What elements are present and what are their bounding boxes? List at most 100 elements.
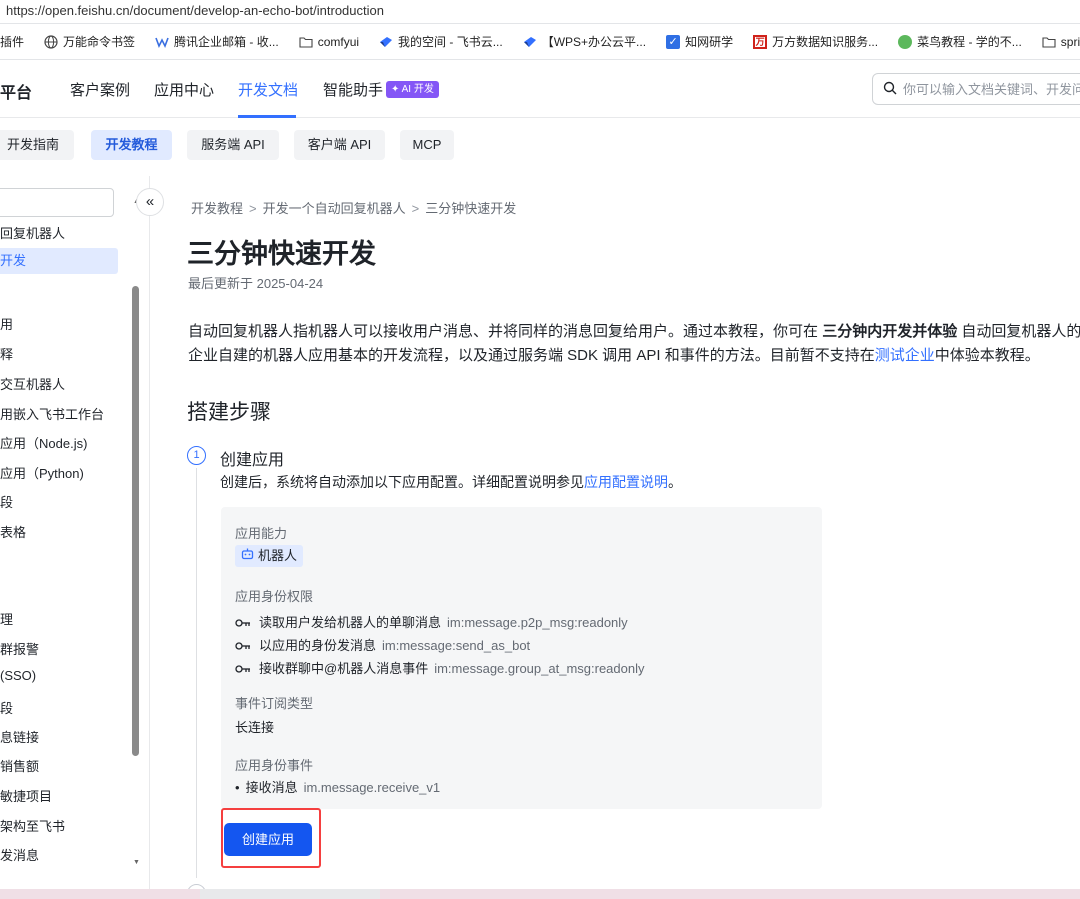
test-company-link[interactable]: 测试企业 [875, 347, 935, 364]
intro-bold: 三分钟内开发并体验 [822, 323, 958, 340]
breadcrumb: 开发教程 > 开发一个自动回复机器人 > 三分钟快速开发 [191, 198, 516, 217]
bookmark-label: 腾讯企业邮箱 - 收... [174, 35, 279, 49]
brand-logo[interactable]: 平台 [0, 79, 32, 103]
search-icon [883, 81, 897, 98]
sidebar-item[interactable]: 段 [0, 492, 13, 511]
folder-icon [299, 35, 313, 49]
address-bar[interactable]: https://open.feishu.cn/document/develop-… [0, 0, 1080, 24]
tab-mcp[interactable]: MCP [400, 130, 454, 160]
bookmark-label: 我的空间 - 飞书云... [398, 35, 503, 49]
bookmark-item[interactable]: 【WPS+办公云平... [523, 33, 646, 50]
tab-dev-tutorial[interactable]: 开发教程 [91, 130, 172, 160]
sidebar-item[interactable]: 用 [0, 314, 13, 333]
sidebar-item[interactable]: 表格 [0, 522, 26, 541]
breadcrumb-item[interactable]: 开发一个自动回复机器人 [263, 201, 406, 216]
nav-customer-cases[interactable]: 客户案例 [70, 79, 130, 100]
sidebar-item[interactable]: 用嵌入飞书工作台 [0, 404, 104, 423]
sidebar-item[interactable]: 群报警 [0, 639, 39, 658]
tab-dev-guide[interactable]: 开发指南 [0, 130, 74, 160]
bullet-icon: • [235, 780, 240, 795]
step-number: 1 [187, 446, 206, 465]
scroll-down-arrow-icon[interactable]: ▼ [133, 859, 140, 866]
permission-row: 接收群聊中@机器人消息事件 im:message.group_at_msg:rea… [235, 658, 644, 677]
section-heading: 搭建步骤 [187, 401, 271, 424]
events-label: 应用身份事件 [235, 758, 314, 773]
sidebar-item[interactable]: 交互机器人 [0, 374, 65, 393]
bookmark-item[interactable]: 我的空间 - 飞书云... [379, 33, 503, 50]
sidebar-item[interactable]: 架构至飞书 [0, 816, 65, 835]
tab-client-api[interactable]: 客户端 API [294, 130, 385, 160]
horizontal-scrollbar-thumb[interactable] [200, 889, 380, 899]
step-desc-text: 。 [668, 474, 682, 490]
nav-assistant[interactable]: 智能助手 [323, 79, 383, 100]
bookmark-label: 万能命令书签 [63, 35, 136, 49]
sidebar-item-active[interactable]: 开发 [0, 248, 118, 274]
sidebar-item[interactable]: 回复机器人 [0, 223, 65, 242]
sidebar-item[interactable]: 发消息 [0, 845, 39, 864]
double-chevron-left-icon: « [145, 193, 155, 210]
key-icon [235, 662, 253, 676]
create-app-button[interactable]: 创建应用 [224, 823, 312, 856]
event-type-value: 长连接 [235, 720, 275, 735]
bookmark-label: 【WPS+办公云平... [541, 35, 647, 49]
bookmark-item[interactable]: ✓ 知网研学 [666, 33, 733, 50]
search-input[interactable] [903, 81, 1080, 97]
permission-name: 接收群聊中@机器人消息事件 [259, 661, 429, 676]
globe-icon [44, 34, 58, 49]
app-config-panel: 应用能力 机器人 应用身份权限 读取用户发给机器人的单聊消息 im:message… [221, 507, 822, 809]
bookmark-item[interactable]: spring bo [1042, 35, 1080, 49]
bookmark-item[interactable]: 菜鸟教程 - 学的不... [898, 33, 1022, 50]
mail-icon [155, 35, 169, 49]
sidebar-item[interactable]: 销售额 [0, 756, 39, 775]
bookmark-item[interactable]: 插件 [0, 33, 24, 50]
doc-subtabs: 开发指南 开发教程 服务端 API 客户端 API MCP [0, 118, 1080, 176]
permission-name: 读取用户发给机器人的单聊消息 [259, 615, 442, 630]
sidebar-item[interactable]: 息链接 [0, 727, 39, 746]
sidebar-search-input[interactable] [0, 188, 114, 217]
sidebar-item[interactable]: 应用（Node.js) [0, 433, 87, 452]
scrollbar-thumb[interactable] [132, 286, 139, 756]
wanfang-icon: 万 [753, 34, 768, 49]
runoob-icon [898, 34, 913, 49]
event-code: im.message.receive_v1 [303, 780, 441, 795]
capability-tag: 机器人 [235, 545, 304, 567]
bookmark-item[interactable]: comfyui [299, 35, 359, 49]
step-title: 创建应用 [220, 452, 285, 469]
breadcrumb-item[interactable]: 开发教程 [191, 201, 243, 216]
bookmark-item[interactable]: 腾讯企业邮箱 - 收... [155, 33, 279, 50]
bookmark-item[interactable]: 万能命令书签 [44, 33, 135, 50]
permission-code: im:message:send_as_bot [382, 638, 531, 653]
search-box[interactable] [872, 73, 1080, 105]
sidebar-item[interactable]: (SSO) [0, 668, 36, 683]
permission-name: 以应用的身份发消息 [259, 638, 377, 653]
step-description: 创建后，系统将自动添加以下应用配置。详细配置说明参见应用配置说明。 [220, 472, 682, 492]
tab-server-api[interactable]: 服务端 API [187, 130, 279, 160]
sidebar-item[interactable]: 敏捷项目 [0, 786, 52, 805]
sidebar-item[interactable]: 应用（Python) [0, 463, 84, 482]
ai-badge: ✦ AI 开发 [386, 81, 439, 98]
breadcrumb-item: 三分钟快速开发 [425, 201, 517, 216]
intro-paragraph: 自动回复机器人指机器人可以接收用户消息、并将同样的消息回复给用户。通过本教程，你… [188, 320, 1080, 368]
top-nav: 平台 客户案例 应用中心 开发文档 智能助手 ✦ AI 开发 [0, 60, 1080, 118]
key-icon [235, 616, 253, 630]
event-type-label: 事件订阅类型 [235, 696, 314, 711]
sidebar-item[interactable]: 释 [0, 344, 13, 363]
capability-label: 应用能力 [235, 526, 288, 541]
collapse-sidebar-button[interactable]: « [136, 188, 164, 216]
sidebar-item[interactable]: 段 [0, 698, 13, 717]
intro-text: 企业自建的机器人应用基本的开发流程，以及通过服务端 SDK 调用 API 和事件… [188, 347, 875, 364]
app-config-docs-link[interactable]: 应用配置说明 [584, 474, 668, 490]
robot-icon [241, 545, 254, 567]
nav-dev-docs[interactable]: 开发文档 [238, 79, 298, 100]
bookmark-label: 菜鸟教程 - 学的不... [917, 35, 1022, 49]
bookmark-item[interactable]: 万万方数据知识服务... [753, 33, 878, 50]
bookmarks-bar: 插件 万能命令书签 腾讯企业邮箱 - 收... comfyui 我的空间 - 飞… [0, 24, 1080, 60]
sidebar-item[interactable]: 理 [0, 609, 13, 628]
intro-text: 自动回复机器人的效果 [961, 323, 1080, 340]
capability-tag-label: 机器人 [258, 548, 298, 563]
bookmark-label: comfyui [317, 34, 360, 49]
nav-app-center[interactable]: 应用中心 [154, 79, 214, 100]
intro-text: 自动回复机器人指机器人可以接收用户消息、并将同样的消息回复给用户。通过本教程，你… [188, 323, 823, 340]
sidebar-scrollbar[interactable]: ▲ ▼ [131, 198, 140, 878]
page-title: 三分钟快速开发 [187, 239, 376, 269]
